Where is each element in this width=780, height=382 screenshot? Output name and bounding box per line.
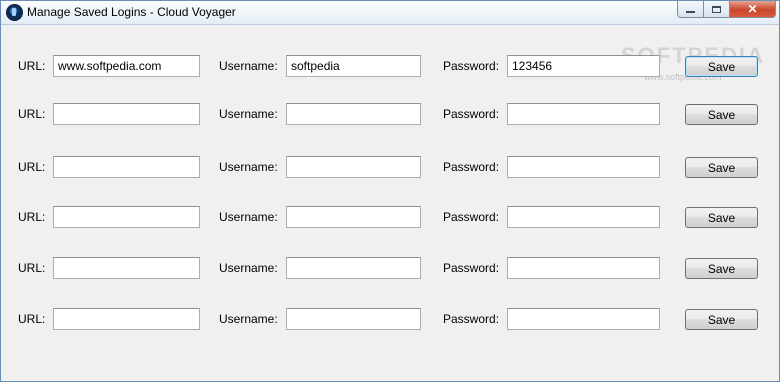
username-field[interactable]	[286, 308, 421, 330]
username-label: Username:	[219, 160, 278, 174]
window-title: Manage Saved Logins - Cloud Voyager	[27, 5, 236, 19]
close-button[interactable]: ✕	[730, 1, 776, 18]
window-controls: ✕	[677, 1, 776, 18]
url-label: URL:	[18, 160, 46, 174]
password-label: Password:	[443, 261, 500, 275]
url-label: URL:	[18, 210, 46, 224]
password-field[interactable]	[507, 156, 660, 178]
username-label: Username:	[219, 210, 278, 224]
url-field[interactable]	[53, 257, 200, 279]
username-field[interactable]	[286, 156, 421, 178]
url-label: URL:	[18, 59, 46, 73]
maximize-button[interactable]	[704, 1, 730, 18]
login-row: URL: Username: Password: Save	[1, 55, 779, 79]
username-field[interactable]	[286, 257, 421, 279]
manage-saved-logins-window: Manage Saved Logins - Cloud Voyager ✕ SO…	[0, 0, 780, 382]
maximize-icon	[712, 5, 721, 13]
url-label: URL:	[18, 312, 46, 326]
save-button[interactable]: Save	[685, 207, 758, 228]
password-label: Password:	[443, 210, 500, 224]
close-icon: ✕	[747, 2, 758, 16]
password-field[interactable]	[507, 257, 660, 279]
url-label: URL:	[18, 261, 46, 275]
username-label: Username:	[219, 59, 278, 73]
minimize-icon	[686, 10, 695, 13]
url-label: URL:	[18, 107, 46, 121]
save-button[interactable]: Save	[685, 258, 758, 279]
url-field[interactable]	[53, 156, 200, 178]
login-row: URL: Username: Password: Save	[1, 257, 779, 281]
password-label: Password:	[443, 312, 500, 326]
username-field[interactable]	[286, 55, 421, 77]
password-field[interactable]	[507, 103, 660, 125]
password-label: Password:	[443, 160, 500, 174]
username-label: Username:	[219, 312, 278, 326]
save-button[interactable]: Save	[685, 157, 758, 178]
password-field[interactable]	[507, 308, 660, 330]
url-field[interactable]	[53, 308, 200, 330]
login-row: URL: Username: Password: Save	[1, 156, 779, 180]
password-field[interactable]	[507, 55, 660, 77]
username-field[interactable]	[286, 103, 421, 125]
password-label: Password:	[443, 107, 500, 121]
title-bar[interactable]: Manage Saved Logins - Cloud Voyager ✕	[1, 1, 779, 25]
url-field[interactable]	[53, 103, 200, 125]
minimize-button[interactable]	[677, 1, 704, 18]
login-row: URL: Username: Password: Save	[1, 308, 779, 332]
password-field[interactable]	[507, 206, 660, 228]
save-button[interactable]: Save	[685, 309, 758, 330]
username-field[interactable]	[286, 206, 421, 228]
app-icon	[6, 4, 23, 21]
username-label: Username:	[219, 107, 278, 121]
login-row: URL: Username: Password: Save	[1, 206, 779, 230]
url-field[interactable]	[53, 206, 200, 228]
login-row: URL: Username: Password: Save	[1, 103, 779, 127]
save-button[interactable]: Save	[685, 104, 758, 125]
url-field[interactable]	[53, 55, 200, 77]
username-label: Username:	[219, 261, 278, 275]
save-button[interactable]: Save	[685, 56, 758, 77]
password-label: Password:	[443, 59, 500, 73]
